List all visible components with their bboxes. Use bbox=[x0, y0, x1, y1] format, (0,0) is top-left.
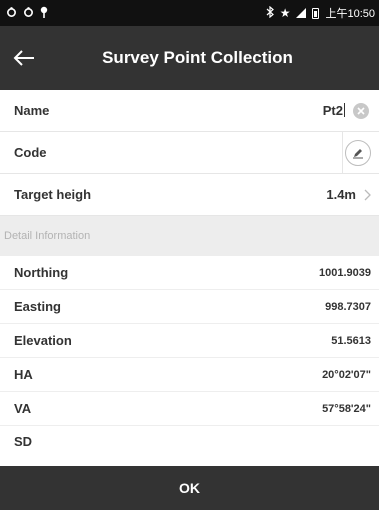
divider bbox=[342, 132, 343, 174]
status-left-icons bbox=[6, 6, 48, 20]
code-field[interactable]: Code bbox=[0, 132, 379, 174]
target-height-value: 1.4m bbox=[326, 187, 356, 202]
elevation-label: Elevation bbox=[14, 333, 72, 348]
va-value: 57°58'24" bbox=[322, 402, 371, 415]
detail-row-partial: SD bbox=[0, 426, 379, 446]
detail-row-va: VA 57°58'24" bbox=[0, 392, 379, 426]
detail-row-ha: HA 20°02'07" bbox=[0, 358, 379, 392]
detail-row-elevation: Elevation 51.5613 bbox=[0, 324, 379, 358]
easting-label: Easting bbox=[14, 299, 61, 314]
target-height-label: Target heigh bbox=[14, 187, 92, 202]
star-icon: ★ bbox=[279, 6, 291, 20]
back-arrow-icon bbox=[13, 50, 34, 66]
battery-icon bbox=[312, 7, 320, 19]
page-title: Survey Point Collection bbox=[102, 48, 293, 67]
content: Name Pt2 Code Target heigh 1.4m Detail I… bbox=[0, 90, 379, 446]
section-header-detail: Detail Information bbox=[0, 216, 379, 256]
elevation-value: 51.5613 bbox=[331, 334, 371, 347]
app-bar: Survey Point Collection bbox=[0, 26, 379, 90]
code-edit-button[interactable] bbox=[345, 139, 371, 166]
bluetooth-icon bbox=[266, 5, 274, 20]
name-value[interactable]: Pt2 bbox=[323, 103, 345, 118]
status-right-icons: ★ 上午10:50 bbox=[266, 0, 375, 26]
ok-button[interactable]: OK bbox=[0, 466, 379, 510]
sync-icon bbox=[6, 6, 17, 20]
ha-label: HA bbox=[14, 367, 33, 382]
text-cursor bbox=[344, 103, 345, 117]
partial-row-label: SD bbox=[14, 434, 33, 446]
va-label: VA bbox=[14, 401, 32, 416]
ha-value: 20°02'07" bbox=[322, 368, 371, 381]
sync-icon bbox=[23, 6, 34, 20]
northing-value: 1001.9039 bbox=[319, 266, 371, 279]
ok-button-label: OK bbox=[179, 480, 200, 496]
target-height-row[interactable]: Target heigh 1.4m bbox=[0, 174, 379, 216]
easting-value: 998.7307 bbox=[325, 300, 371, 313]
northing-label: Northing bbox=[14, 265, 69, 280]
detail-row-easting: Easting 998.7307 bbox=[0, 290, 379, 324]
detail-row-northing: Northing 1001.9039 bbox=[0, 256, 379, 290]
name-value-text: Pt2 bbox=[322, 103, 343, 118]
cellular-signal-icon bbox=[296, 8, 307, 18]
code-label: Code bbox=[14, 145, 47, 160]
clear-icon[interactable] bbox=[353, 102, 369, 119]
name-label: Name bbox=[14, 103, 50, 118]
location-pin-icon bbox=[40, 6, 48, 20]
name-field[interactable]: Name Pt2 bbox=[0, 90, 379, 132]
edit-icon bbox=[353, 148, 363, 158]
status-bar: ★ 上午10:50 bbox=[0, 0, 379, 26]
status-time: 上午10:50 bbox=[325, 8, 375, 20]
back-button[interactable] bbox=[4, 36, 44, 80]
chevron-right-icon bbox=[364, 189, 371, 201]
